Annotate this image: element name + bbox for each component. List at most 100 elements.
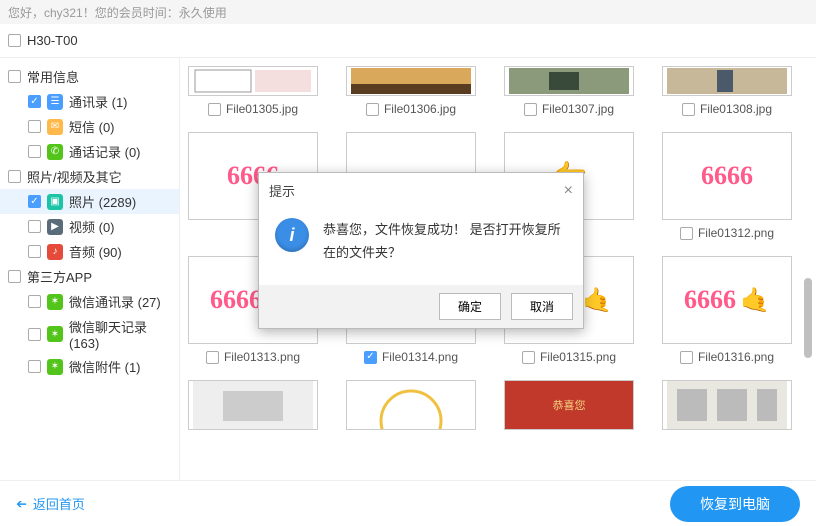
vertical-scrollbar[interactable] [802,58,814,480]
back-label: 返回首页 [33,494,85,513]
thumb-cell[interactable]: 6666 File01312.png [662,132,792,240]
thumbnail-image [188,380,318,430]
sidebar: 常用信息 ☰ 通讯录 (1) ✉ 短信 (0) ✆ 通话记录 (0) 照片/视频… [0,58,180,480]
thumb-checkbox[interactable] [682,103,695,116]
file-name: File01312.png [698,226,774,240]
file-name: File01313.png [224,350,300,364]
thumbnail-image: 恭喜您 [504,380,634,430]
thumbnail-image [346,380,476,430]
thumb-cell[interactable]: File01308.jpg [662,66,792,116]
thumb-checkbox[interactable] [366,103,379,116]
thumb-checkbox[interactable] [680,351,693,364]
tree-item-videos[interactable]: ▶ 视频 (0) [0,214,179,239]
item-checkbox[interactable] [28,145,41,158]
item-label: 微信聊天记录 (163) [69,317,171,351]
item-label: 通讯录 (1) [69,92,128,111]
item-checkbox[interactable] [28,95,41,108]
info-icon: i [275,218,309,252]
device-checkbox[interactable] [8,34,21,47]
item-checkbox[interactable] [28,220,41,233]
footer-bar: ➔ 返回首页 恢复到电脑 [0,480,816,526]
greeting-text: 您好，chy321！您的会员时间：永久使用 [8,4,227,21]
scrollbar-thumb[interactable] [804,278,812,358]
ok-button[interactable]: 确定 [439,293,501,320]
file-name: File01314.png [382,350,458,364]
tree-item-contacts[interactable]: ☰ 通讯录 (1) [0,89,179,114]
dialog-message: 恭喜您，文件恢复成功！ 是否打开恢复所在的文件夹？ [323,218,567,265]
video-icon: ▶ [47,219,63,235]
thumbnail-image [188,66,318,96]
tree-group[interactable]: 常用信息 [0,64,179,89]
item-label: 微信通讯录 (27) [69,292,161,311]
wechat-icon: ✶ [47,359,63,375]
file-name: File01307.jpg [542,102,614,116]
thumb-checkbox[interactable] [208,103,221,116]
group-label: 照片/视频及其它 [27,167,122,186]
group-label: 常用信息 [27,67,79,86]
tree-item-audio[interactable]: ♪ 音频 (90) [0,239,179,264]
file-name: File01316.png [698,350,774,364]
dialog-body: i 恭喜您，文件恢复成功！ 是否打开恢复所在的文件夹？ [259,208,583,285]
thumb-checkbox[interactable] [524,103,537,116]
thumb-checkbox[interactable] [364,351,377,364]
thumb-checkbox[interactable] [680,227,693,240]
thumb-checkbox[interactable] [206,351,219,364]
group-checkbox[interactable] [8,170,21,183]
cancel-button[interactable]: 取消 [511,293,573,320]
thumb-cell[interactable] [662,380,792,430]
thumb-cell[interactable]: 6666🤙 File01316.png [662,256,792,364]
tree-group[interactable]: 第三方APP [0,264,179,289]
item-checkbox[interactable] [28,295,41,308]
device-name: H30-T00 [27,33,78,48]
sms-icon: ✉ [47,119,63,135]
file-name: File01305.jpg [226,102,298,116]
contacts-icon: ☰ [47,94,63,110]
tree-item-wechat-chat[interactable]: ✶ 微信聊天记录 (163) [0,314,179,354]
back-home-link[interactable]: ➔ 返回首页 [16,494,85,513]
thumb-cell[interactable] [188,380,318,430]
item-label: 音频 (90) [69,242,122,261]
thumbnail-image: 6666🤙 [662,256,792,344]
item-label: 通话记录 (0) [69,142,141,161]
thumb-cell[interactable] [346,380,476,430]
tree-item-wechat-contacts[interactable]: ✶ 微信通讯录 (27) [0,289,179,314]
audio-icon: ♪ [47,244,63,260]
tree-item-photos[interactable]: ▣ 照片 (2289) [0,189,179,214]
item-checkbox[interactable] [28,328,41,341]
group-checkbox[interactable] [8,70,21,83]
item-checkbox[interactable] [28,360,41,373]
item-checkbox[interactable] [28,245,41,258]
thumb-cell[interactable]: File01307.jpg [504,66,634,116]
group-checkbox[interactable] [8,270,21,283]
thumb-cell[interactable]: File01306.jpg [346,66,476,116]
dialog-title: 提示 [269,181,295,200]
tree-item-calls[interactable]: ✆ 通话记录 (0) [0,139,179,164]
thumbnail-image [504,66,634,96]
file-name: File01308.jpg [700,102,772,116]
group-label: 第三方APP [27,267,92,286]
tree-item-wechat-files[interactable]: ✶ 微信附件 (1) [0,354,179,379]
item-label: 微信附件 (1) [69,357,141,376]
thumb-checkbox[interactable] [522,351,535,364]
item-checkbox[interactable] [28,120,41,133]
recover-button[interactable]: 恢复到电脑 [670,486,800,522]
item-label: 照片 (2289) [69,192,136,211]
arrow-left-icon: ➔ [16,496,27,512]
header-bar: 您好，chy321！您的会员时间：永久使用 [0,0,816,24]
thumbnail-image: 6666 [662,132,792,220]
wechat-icon: ✶ [47,326,63,342]
device-row: H30-T00 [0,24,816,58]
tree-group[interactable]: 照片/视频及其它 [0,164,179,189]
thumb-cell[interactable]: 恭喜您 [504,380,634,430]
tree-item-sms[interactable]: ✉ 短信 (0) [0,114,179,139]
confirm-dialog: 提示 × i 恭喜您，文件恢复成功！ 是否打开恢复所在的文件夹？ 确定 取消 [258,172,584,329]
close-icon[interactable]: × [564,182,573,200]
item-label: 视频 (0) [69,217,115,236]
file-name: File01315.png [540,350,616,364]
thumbnail-image [346,66,476,96]
wechat-icon: ✶ [47,294,63,310]
phone-icon: ✆ [47,144,63,160]
item-checkbox[interactable] [28,195,41,208]
thumbnail-image [662,380,792,430]
thumb-cell[interactable]: File01305.jpg [188,66,318,116]
